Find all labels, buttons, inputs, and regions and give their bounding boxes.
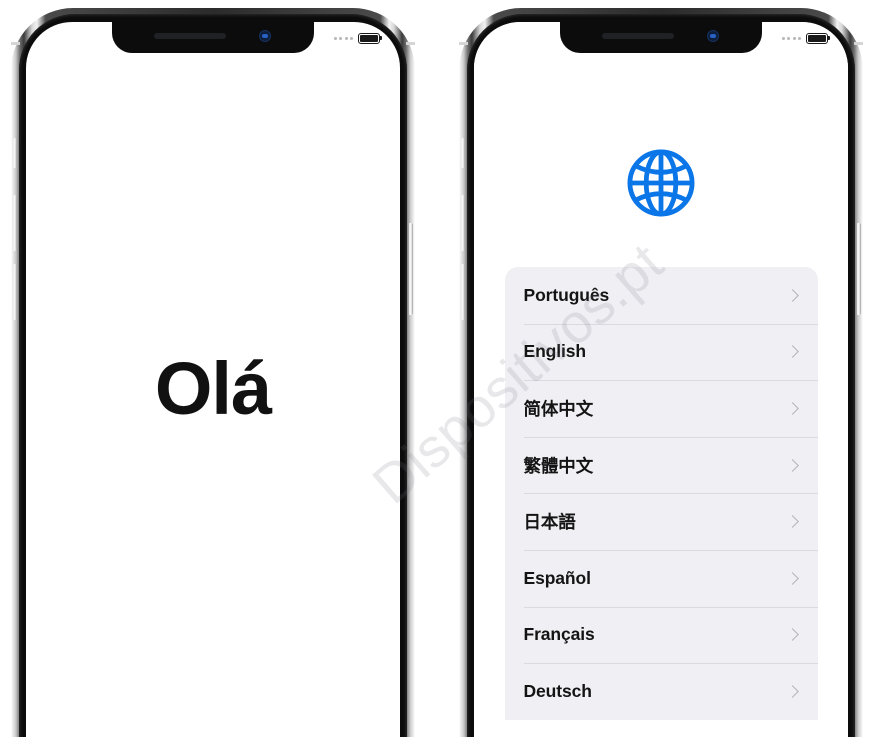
- language-row-francais[interactable]: Français: [505, 606, 818, 664]
- antenna-line-left: [11, 42, 20, 45]
- side-power-button[interactable]: [857, 223, 861, 315]
- language-label: Français: [523, 624, 595, 645]
- language-row-simplified-chinese[interactable]: 简体中文: [505, 380, 818, 437]
- battery-full-icon: [806, 33, 828, 44]
- language-row-traditional-chinese[interactable]: 繁體中文: [505, 436, 818, 494]
- language-label: English: [523, 341, 587, 362]
- chevron-right-icon: [785, 458, 799, 472]
- earpiece-speaker-icon: [602, 33, 674, 39]
- language-label: Deutsch: [523, 680, 592, 701]
- language-row-deutsch[interactable]: Deutsch: [505, 663, 818, 720]
- chevron-right-icon: [785, 288, 799, 302]
- status-bar-right-group: [333, 33, 380, 44]
- chevron-right-icon: [785, 628, 799, 642]
- language-label: Español: [523, 567, 591, 588]
- language-select-container: Português English 简体中文 繁體中文 日本語 Español …: [474, 22, 848, 737]
- globe-icon: [624, 146, 698, 220]
- chevron-right-icon: [785, 345, 799, 359]
- volume-down-button[interactable]: [13, 264, 17, 320]
- antenna-line-right: [854, 42, 863, 45]
- language-row-japanese[interactable]: 日本語: [505, 493, 818, 550]
- earpiece-speaker-icon: [154, 33, 226, 39]
- volume-down-button[interactable]: [461, 264, 465, 320]
- signal-dots-icon: [333, 36, 353, 40]
- chevron-right-icon: [785, 571, 799, 585]
- front-camera-icon: [707, 30, 719, 42]
- language-row-portugues[interactable]: Português: [505, 267, 818, 324]
- silent-switch[interactable]: [461, 138, 465, 168]
- language-row-english[interactable]: English: [505, 323, 818, 381]
- screenshot-stage: Olá Português English 简体中文 繁體中文 日本語 Espa…: [0, 0, 875, 737]
- language-row-espanol[interactable]: Español: [505, 549, 818, 607]
- iphone-left-hello: Olá: [11, 8, 415, 737]
- language-label: 繁體中文: [523, 455, 594, 476]
- side-power-button[interactable]: [409, 223, 413, 315]
- language-label: 日本語: [523, 512, 576, 533]
- language-list: Português English 简体中文 繁體中文 日本語 Español …: [504, 267, 818, 720]
- volume-up-button[interactable]: [13, 195, 17, 251]
- antenna-line-right: [406, 42, 415, 45]
- front-camera-icon: [259, 30, 271, 42]
- hello-container: Olá: [26, 22, 400, 737]
- antenna-line-left: [459, 42, 468, 45]
- chevron-right-icon: [785, 402, 799, 415]
- volume-up-button[interactable]: [461, 195, 465, 251]
- language-label: 简体中文: [523, 398, 594, 419]
- signal-dots-icon: [781, 36, 801, 40]
- iphone-right-language: Português English 简体中文 繁體中文 日本語 Español …: [459, 8, 863, 737]
- phone-screen-left: Olá: [26, 22, 400, 737]
- notch: [560, 22, 762, 53]
- language-label: Português: [523, 284, 610, 305]
- battery-full-icon: [358, 33, 380, 44]
- chevron-right-icon: [785, 685, 799, 698]
- hello-greeting-text: Olá: [154, 347, 272, 430]
- silent-switch[interactable]: [13, 138, 17, 168]
- chevron-right-icon: [785, 515, 799, 529]
- notch: [112, 22, 314, 53]
- phone-screen-right: Português English 简体中文 繁體中文 日本語 Español …: [474, 22, 848, 737]
- status-bar-right-group: [781, 33, 828, 44]
